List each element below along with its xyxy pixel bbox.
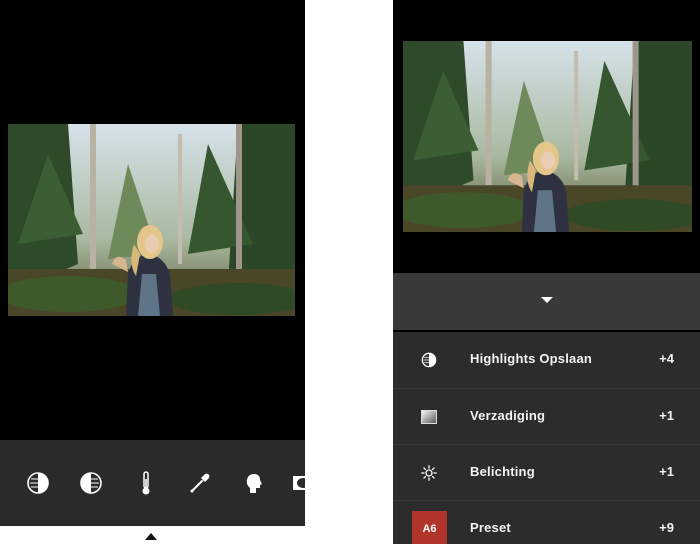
vignette-icon[interactable] bbox=[288, 468, 305, 498]
collapse-panel-button[interactable] bbox=[393, 273, 700, 330]
eyedropper-icon[interactable] bbox=[185, 468, 215, 498]
adjustment-value: +4 bbox=[659, 351, 674, 366]
preset-badge: A6 bbox=[412, 511, 447, 544]
adjustment-row-preset[interactable]: A6 Preset +9 bbox=[393, 500, 700, 544]
skin-tone-icon[interactable] bbox=[239, 468, 269, 498]
highlights-save-icon bbox=[419, 350, 439, 370]
saturation-icon bbox=[419, 407, 439, 427]
toolbar-indicator bbox=[145, 533, 157, 540]
adjustment-value: +9 bbox=[659, 520, 674, 535]
adjustment-label: Preset bbox=[470, 520, 511, 535]
forest-photo bbox=[403, 41, 692, 232]
temperature-icon[interactable] bbox=[131, 468, 161, 498]
shadows-save-icon[interactable] bbox=[76, 468, 106, 498]
adjustment-value: +1 bbox=[659, 408, 674, 423]
chevron-down-icon bbox=[541, 297, 553, 303]
adjustment-label: Verzadiging bbox=[470, 408, 546, 423]
highlights-save-icon[interactable] bbox=[23, 468, 53, 498]
right-screen: Highlights Opslaan +4 Verzadiging +1 Bel… bbox=[393, 0, 700, 544]
adjustment-list: Highlights Opslaan +4 Verzadiging +1 Bel… bbox=[393, 332, 700, 544]
left-screen bbox=[0, 0, 305, 544]
adjustment-row-saturation[interactable]: Verzadiging +1 bbox=[393, 388, 700, 444]
photo-viewer bbox=[0, 0, 305, 440]
adjustment-toolbar bbox=[0, 440, 305, 526]
adjustment-row-highlights[interactable]: Highlights Opslaan +4 bbox=[393, 332, 700, 387]
exposure-icon bbox=[419, 463, 439, 483]
forest-photo bbox=[8, 124, 295, 316]
adjustment-label: Highlights Opslaan bbox=[470, 351, 593, 366]
adjustment-row-exposure[interactable]: Belichting +1 bbox=[393, 444, 700, 500]
adjustment-label: Belichting bbox=[470, 464, 535, 479]
adjustment-value: +1 bbox=[659, 464, 674, 479]
